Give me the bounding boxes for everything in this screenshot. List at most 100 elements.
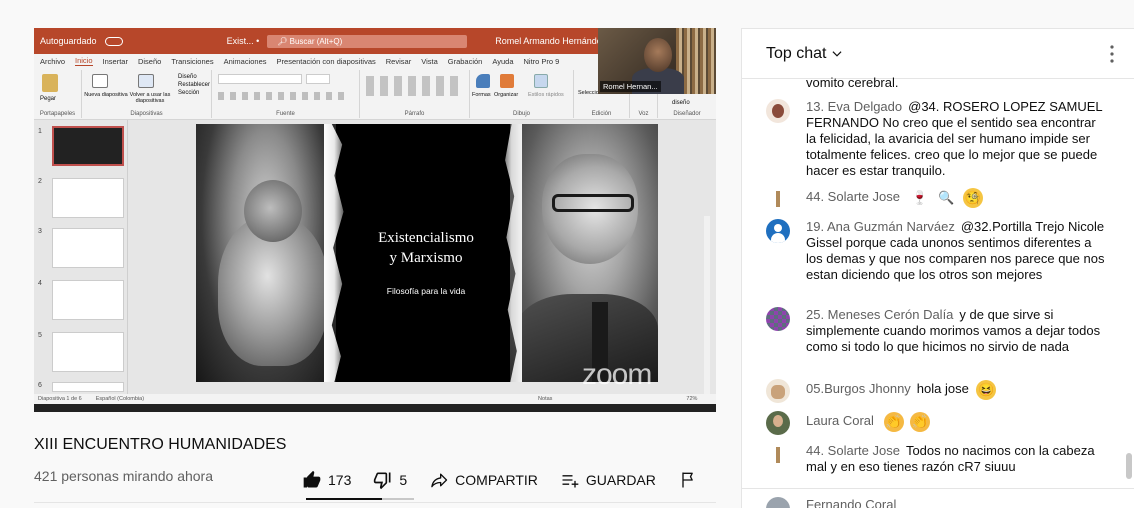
youtube-live-page: Autoguardado Exist... • 🔎︎ Buscar (Alt+Q…	[0, 0, 1134, 508]
section-label: Sección	[178, 90, 200, 96]
ppt-tab[interactable]: Ayuda	[492, 57, 513, 66]
author-name[interactable]: 13. Eva Delgado	[806, 99, 902, 114]
report-button[interactable]	[678, 470, 698, 490]
author-name[interactable]: 44. Solarte Jose	[806, 443, 900, 458]
thumbs-up-icon	[303, 470, 321, 488]
slide-thumbnail-2[interactable]	[52, 178, 124, 218]
presenter-head	[644, 38, 672, 72]
new-slide-icon	[92, 74, 108, 88]
divider	[34, 502, 716, 503]
ppt-tab[interactable]: Archivo	[40, 57, 65, 66]
chat-message: Fernando Coral	[766, 497, 1106, 508]
avatar-face	[773, 415, 783, 427]
avatar[interactable]	[766, 379, 790, 403]
current-slide: Existencialismo y Marxismo Filosofía par…	[196, 124, 658, 382]
shapes-icon	[476, 74, 490, 88]
chat-message: 44. Solarte Jose 🍷 🔍 🧐	[766, 187, 1106, 211]
group-label-clipboard: Portapapeles	[39, 111, 76, 117]
video-player[interactable]: Autoguardado Exist... • 🔎︎ Buscar (Alt+Q…	[34, 28, 716, 412]
like-button[interactable]: 173	[302, 470, 351, 490]
thumb-number: 4	[38, 280, 42, 287]
message-text: vomito cerebral.	[806, 75, 899, 90]
live-chat-panel: Top chat vomito cerebral. 13. Eva Delgad…	[741, 28, 1134, 508]
video-bottom-bar	[34, 404, 716, 412]
author-name[interactable]: Fernando Coral	[806, 497, 896, 508]
thumb-number: 5	[38, 332, 42, 339]
avatar[interactable]	[766, 307, 790, 331]
slide-thumbnail-1[interactable]	[52, 126, 124, 166]
slide-thumbnail-5[interactable]	[52, 332, 124, 372]
divider	[742, 488, 1134, 489]
monocle-face-emoji: 🧐	[962, 187, 983, 208]
slide-thumbnail-3[interactable]	[52, 228, 124, 268]
avatar[interactable]	[766, 219, 790, 243]
save-button[interactable]: GUARDAR	[560, 470, 656, 490]
autosave-label: Autoguardado	[40, 36, 97, 46]
ribbon-group-clipboard: Pegar Portapapeles	[34, 70, 82, 118]
avatar[interactable]	[766, 443, 790, 467]
chat-message: vomito cerebral.	[766, 75, 1106, 91]
new-slide-label: Nueva diapositiva	[84, 92, 128, 98]
playlist-add-icon	[562, 475, 579, 488]
ppt-tab[interactable]: Transiciones	[171, 57, 213, 66]
reset-label: Restablecer	[178, 82, 211, 88]
ppt-tab[interactable]: Diseño	[138, 57, 161, 66]
ppt-tab[interactable]: Animaciones	[224, 57, 267, 66]
layout-label: Diseño	[178, 74, 197, 80]
ppt-tab[interactable]: Nitro Pro 9	[524, 57, 560, 66]
message-text: hola jose	[916, 381, 969, 396]
slide-thumbnail-pane: 1 2 3 4 5 6	[34, 120, 128, 394]
ppt-tab[interactable]: Revisar	[386, 57, 411, 66]
author-name[interactable]: 25. Meneses Cerón Dalía	[806, 307, 953, 322]
avatar-shoulders	[771, 233, 785, 243]
styles-icon	[534, 74, 548, 88]
magnifier-emoji: 🔍	[938, 189, 955, 205]
avatar-face	[772, 104, 784, 118]
ribbon-group-font: Fuente	[212, 70, 360, 118]
paste-icon	[42, 74, 58, 92]
save-label: GUARDAR	[585, 472, 656, 488]
author-name[interactable]: Laura Coral	[806, 413, 874, 428]
chat-message: 13. Eva Delgado @34. ROSERO LOPEZ SAMUEL …	[766, 99, 1106, 179]
like-ratio-bar	[306, 498, 414, 500]
ppt-status-bar: Diapositiva 1 de 6 Español (Colombia) No…	[34, 394, 716, 404]
group-label-designer: Diseñador	[673, 111, 701, 117]
avatar[interactable]	[766, 99, 790, 123]
sartre-glasses	[552, 194, 634, 212]
chat-scrollbar-thumb[interactable]	[1126, 453, 1132, 479]
author-name[interactable]: 05.Burgos Jhonny	[806, 381, 911, 396]
ppt-tab[interactable]: Grabación	[448, 57, 483, 66]
chat-mode-selector[interactable]: Top chat	[766, 45, 844, 63]
share-button[interactable]: COMPARTIR	[429, 470, 538, 490]
like-ratio-fill	[306, 498, 382, 500]
chat-header: Top chat	[742, 29, 1134, 79]
ppt-tab[interactable]: Vista	[421, 57, 438, 66]
clapping-hands-emoji: 👏	[883, 411, 904, 432]
author-name[interactable]: 19. Ana Guzmán Narváez	[806, 219, 955, 234]
avatar[interactable]	[766, 187, 790, 211]
viewer-count: 421 personas mirando ahora	[34, 468, 214, 484]
video-title: XIII ENCUENTRO HUMANIDADES	[34, 436, 287, 453]
avatar[interactable]	[766, 497, 790, 508]
status-zoom: 72%	[686, 396, 698, 402]
more-vert-icon[interactable]	[1110, 45, 1114, 63]
dislike-button[interactable]: 5	[373, 470, 407, 490]
styles-label: Estilos rápidos	[528, 92, 564, 98]
ppt-tab[interactable]: Insertar	[103, 57, 128, 66]
avatar[interactable]	[766, 411, 790, 435]
shapes-label: Formas	[472, 92, 491, 98]
group-label-editing: Edición	[591, 111, 612, 117]
ribbon-group-slides: Diseño Restablecer Sección Nueva diaposi…	[82, 70, 212, 118]
slide-thumbnail-4[interactable]	[52, 280, 124, 320]
ppt-tab[interactable]: Inicio	[75, 56, 93, 66]
slide-title: Existencialismo y Marxismo	[346, 228, 506, 268]
chevron-down-icon	[832, 50, 842, 57]
ppt-tab[interactable]: Presentación con diapositivas	[277, 57, 376, 66]
slide-scrollbar[interactable]	[704, 216, 710, 412]
slide-title-line-2: y Marxismo	[389, 250, 463, 266]
thumb-number: 2	[38, 178, 42, 185]
author-name[interactable]: 44. Solarte Jose	[806, 189, 900, 204]
paste-label: Pegar	[40, 96, 57, 102]
slide-subtitle: Filosofía para la vida	[386, 286, 466, 296]
slide-thumbnail-6[interactable]	[52, 382, 124, 392]
